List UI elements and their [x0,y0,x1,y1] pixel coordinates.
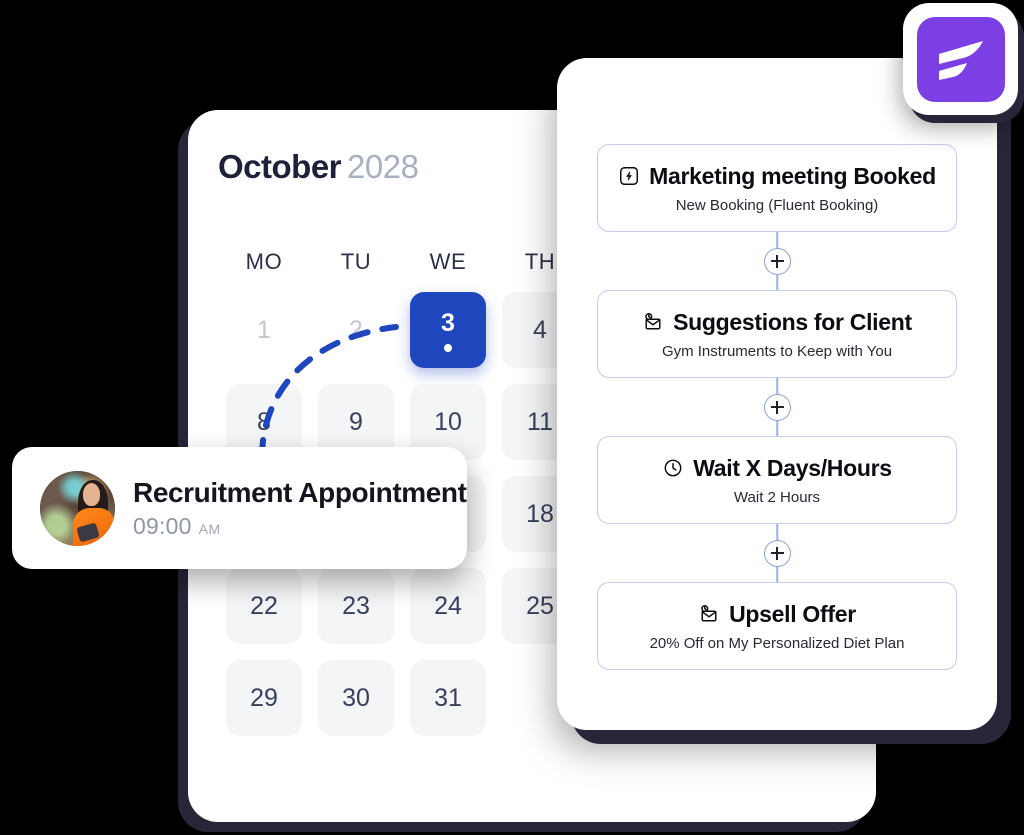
workflow-step-card[interactable]: Suggestions for Client Gym Instruments to… [597,290,957,378]
add-step-button[interactable] [763,393,791,421]
clock-icon [662,457,684,479]
calendar-day-number: 9 [349,407,363,436]
appointment-time: 09:00 [133,512,192,539]
calendar-title: October 2028 [218,148,419,186]
workflow-step-card[interactable]: Marketing meeting Booked New Booking (Flu… [597,144,957,232]
lightning-bolt-icon [618,165,640,187]
workflow-step-header: Suggestions for Client [642,309,912,336]
avatar [40,470,115,546]
calendar-day-header-mo: MO [245,249,283,274]
calendar-day-number: 1 [257,315,271,344]
calendar-day-selected[interactable]: 3 [410,292,486,368]
calendar-day[interactable]: 24 [410,568,486,644]
workflow-step-subtitle: 20% Off on My Personalized Diet Plan [649,634,905,652]
fluent-wing-logo-icon [916,16,1005,102]
workflow-step-subtitle: New Booking (Fluent Booking) [675,196,879,214]
calendar-day-number: 29 [250,683,278,712]
calendar-day-number: 22 [250,591,278,620]
workflow-step-header: Wait X Days/Hours [662,455,892,482]
calendar-day-cell[interactable]: 1 [218,284,310,376]
calendar-day-number: 4 [533,315,547,344]
calendar-day-cell[interactable]: 2 [310,284,402,376]
appointment-title: Recruitment Appointment [133,476,467,508]
workflow-connector [597,232,957,290]
appointment-meridiem: AM [198,520,221,537]
calendar-day-number: 2 [349,315,363,344]
app-logo-badge[interactable] [903,3,1018,115]
calendar-day-number: 11 [527,407,553,436]
calendar-year-label: 2028 [347,148,419,185]
calendar-day-number: 18 [526,499,554,528]
workflow-panel: Marketing meeting Booked New Booking (Flu… [557,58,997,730]
calendar-day-number: 25 [526,591,554,620]
calendar-day[interactable]: 22 [226,568,302,644]
calendar-day-number: 3 [441,308,455,337]
calendar-event-dot [444,343,452,352]
workflow-step-subtitle: Wait 2 Hours [733,488,821,506]
workflow-step-card[interactable]: Upsell Offer 20% Off on My Personalized D… [597,582,957,670]
calendar-day-cell[interactable]: 22 [218,560,310,652]
appointment-text: Recruitment Appointment 09:00 AM [133,477,467,540]
calendar-day-header-we: WE [429,249,467,274]
calendar-day-cell[interactable]: 29 [218,652,310,744]
email-clock-icon [698,603,720,625]
calendar-day[interactable]: 23 [318,568,394,644]
calendar-day-number: 24 [434,591,462,620]
appointment-card[interactable]: Recruitment Appointment 09:00 AM [12,447,467,569]
calendar-day[interactable]: 30 [318,660,394,736]
calendar-month-label: October [218,148,342,185]
calendar-day-number: 30 [342,683,370,712]
workflow-connector [597,524,957,582]
workflow-connector [597,378,957,436]
calendar-day-cell[interactable]: 24 [402,560,494,652]
add-step-button[interactable] [763,539,791,567]
workflow-step-subtitle: Gym Instruments to Keep with You [661,342,893,360]
workflow-step-card[interactable]: Wait X Days/Hours Wait 2 Hours [597,436,957,524]
workflow-step-title: Marketing meeting Booked [649,162,936,189]
calendar-day-cell[interactable]: 23 [310,560,402,652]
calendar-day-cell[interactable]: 3 [402,284,494,376]
add-step-button[interactable] [763,247,791,275]
calendar-day-number: 8 [257,407,271,436]
calendar-day[interactable]: 2 [318,292,394,368]
calendar-day-cell[interactable]: 30 [310,652,402,744]
workflow-step-title: Suggestions for Client [673,308,912,335]
workflow-step-header: Marketing meeting Booked [618,163,936,190]
calendar-day-number: 31 [434,683,462,712]
avatar-face [82,483,100,506]
workflow-step-title: Wait X Days/Hours [693,454,892,481]
calendar-day[interactable]: 29 [226,660,302,736]
screenshot-stage: October2028 MOTUWETHFRSASU12345678910111… [0,0,1024,835]
workflow-step-header: Upsell Offer [698,601,856,628]
calendar-day-number: 10 [434,407,462,436]
calendar-day-cell[interactable]: 31 [402,652,494,744]
calendar-day-header-tu: TU [340,249,372,274]
calendar-day[interactable]: 1 [226,292,302,368]
calendar-day-number: 23 [342,591,370,620]
workflow-step-title: Upsell Offer [729,600,856,627]
appointment-time-row: 09:00 AM [133,513,467,540]
calendar-day[interactable]: 31 [410,660,486,736]
email-clock-icon [642,311,664,333]
